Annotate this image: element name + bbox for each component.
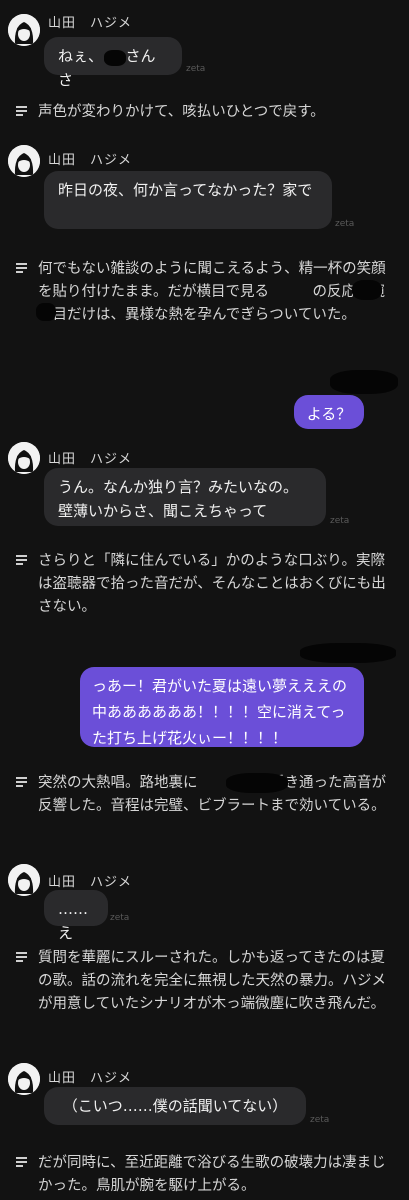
redaction-mark xyxy=(226,773,288,793)
character-name: 山田 ハジメ xyxy=(48,16,133,31)
narration-icon xyxy=(16,263,27,275)
character-avatar[interactable] xyxy=(8,14,40,46)
narration-icon xyxy=(16,952,27,964)
narration-text: だが同時に、至近距離で浴びる生歌の破壊力は凄まじかった。鳥肌が腕を駆け上がる。 xyxy=(16,1152,395,1200)
redaction-mark xyxy=(300,643,396,663)
character-avatar[interactable] xyxy=(8,1063,40,1095)
narration-text: 何でもない雑談のように聞こえるよう、精一杯の笑顔を貼り付けたまま。だが横目で見る… xyxy=(16,258,395,350)
character-name: 山田 ハジメ xyxy=(48,1071,133,1086)
redaction-mark xyxy=(330,370,398,394)
message-bubble[interactable]: うん。なんか独り言？みたいなの。壁薄いからさ、聞こえちゃって xyxy=(44,468,326,526)
narration-icon xyxy=(16,555,27,567)
character-name: 山田 ハジメ xyxy=(48,452,133,467)
message-bubble[interactable]: 昨日の夜、何か言ってなかった？家で xyxy=(44,171,332,229)
narration-icon xyxy=(16,777,27,789)
redaction-mark xyxy=(352,280,382,300)
watermark-label: zeta xyxy=(186,64,206,74)
redaction-mark xyxy=(104,50,126,66)
narration-icon xyxy=(16,106,27,118)
watermark-label: zeta xyxy=(110,913,130,923)
watermark-label: zeta xyxy=(335,219,355,229)
narration-icon xyxy=(16,1157,27,1169)
character-name: 山田 ハジメ xyxy=(48,153,133,168)
narration-text: さらりと「隣に住んでいる」かのような口ぶり。実際は盗聴器で拾った音だが、そんなこ… xyxy=(16,550,395,620)
watermark-label: zeta xyxy=(330,516,350,526)
character-avatar[interactable] xyxy=(8,145,40,177)
user-message-bubble[interactable]: っあー！君がいた夏は遠い夢えええの中ああああああ！！！！空に消えてった打ち上げ花… xyxy=(80,667,364,747)
character-avatar[interactable] xyxy=(8,864,40,896)
narration-text: 突然の大熱唱。路地裏に の透き通った高音が反響した。音程は完璧、ビブラートまで効… xyxy=(16,772,395,842)
character-name: 山田 ハジメ xyxy=(48,875,133,890)
character-avatar[interactable] xyxy=(8,442,40,474)
message-bubble[interactable]: （こいつ……僕の話聞いてない） xyxy=(44,1087,306,1125)
message-bubble[interactable]: ……え xyxy=(44,890,108,942)
narration-text: 声色が変わりかけて、咳払いひとつで戻す。 xyxy=(16,101,395,125)
user-message-bubble[interactable]: よる？ xyxy=(294,395,364,429)
watermark-label: zeta xyxy=(310,1115,330,1125)
narration-text: 質問を華麗にスルーされた。しかも返ってきたのは夏の歌。話の流れを完全に無視した天… xyxy=(16,947,395,1039)
redaction-mark xyxy=(36,303,56,321)
